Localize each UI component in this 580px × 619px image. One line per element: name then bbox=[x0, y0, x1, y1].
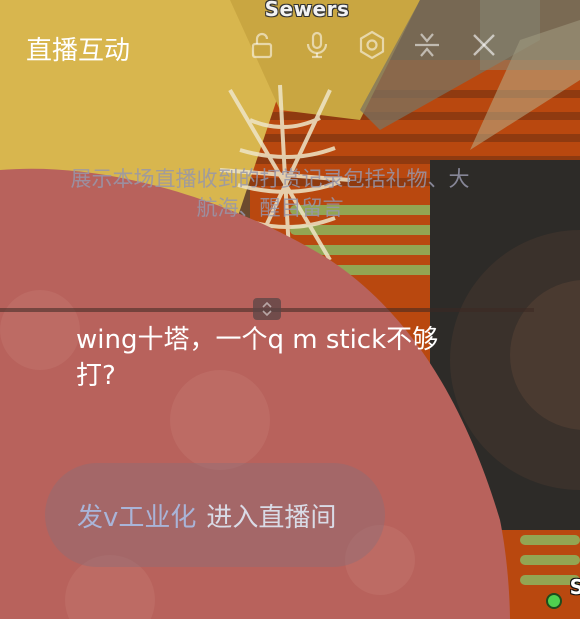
corner-badge: S bbox=[569, 575, 580, 599]
panel-header: 直播互动 bbox=[0, 0, 580, 92]
settings-icon[interactable] bbox=[355, 28, 389, 62]
close-icon[interactable] bbox=[467, 28, 501, 62]
live-interaction-overlay: Sewers S 直播互动 展示本场直播收到的打赏记录包括礼物、大航海、醒目留言… bbox=[0, 0, 580, 619]
entry-username[interactable]: 发v工业化 bbox=[77, 497, 196, 534]
resize-handle[interactable] bbox=[253, 298, 281, 320]
panel-title: 直播互动 bbox=[26, 36, 131, 66]
entry-action-text: 进入直播间 bbox=[206, 502, 337, 533]
collapse-icon[interactable] bbox=[410, 28, 444, 62]
status-dot bbox=[546, 593, 562, 609]
microphone-icon[interactable] bbox=[300, 28, 334, 62]
drag-arrows-icon bbox=[262, 301, 272, 317]
empty-state-hint: 展示本场直播收到的打赏记录包括礼物、大航海、醒目留言 bbox=[70, 167, 470, 220]
chat-message: wing十塔，一个q m stick不够打? bbox=[76, 325, 439, 391]
entry-notification: 发v工业化 进入直播间 bbox=[45, 463, 385, 567]
unlock-icon[interactable] bbox=[245, 28, 279, 62]
